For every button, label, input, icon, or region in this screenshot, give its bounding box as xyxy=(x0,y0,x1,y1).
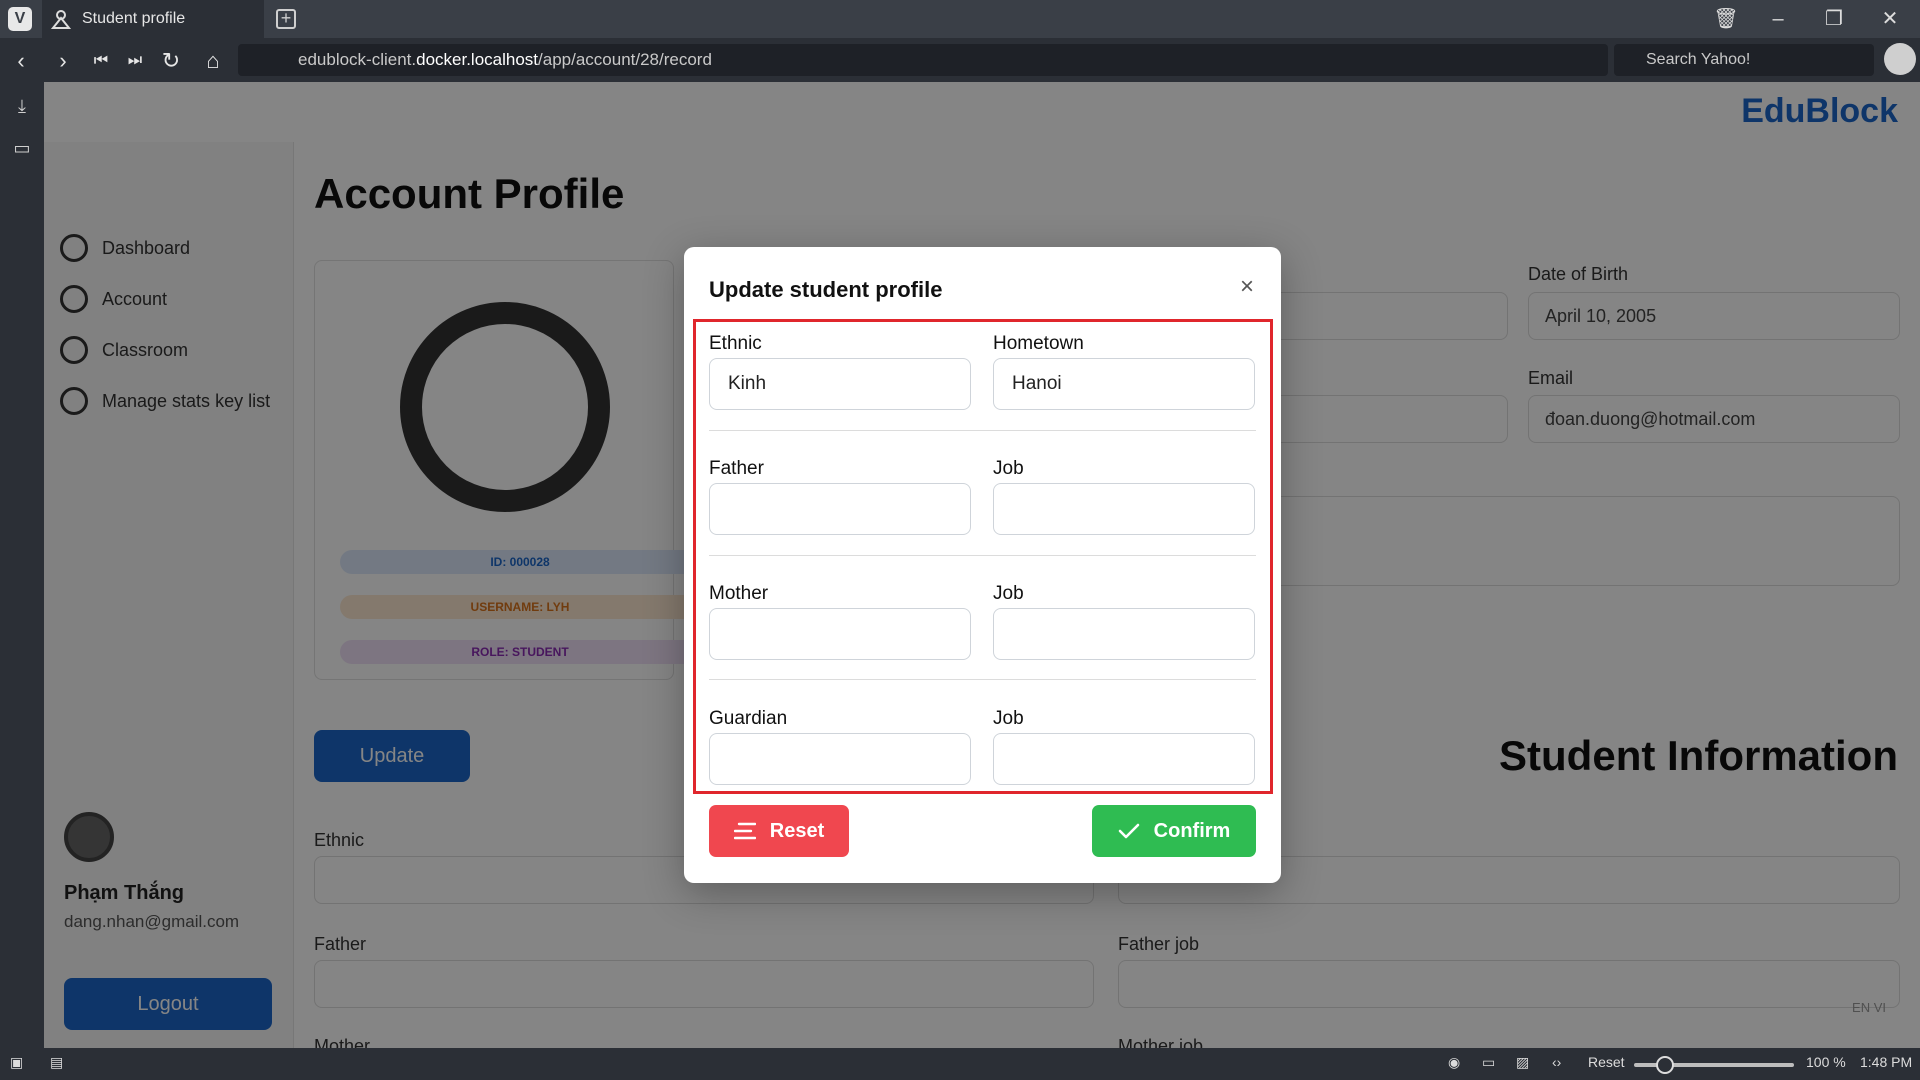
close-icon[interactable]: × xyxy=(1233,273,1261,301)
check-icon xyxy=(1118,823,1139,839)
vivaldi-logo-icon[interactable]: V xyxy=(8,7,32,31)
divider xyxy=(709,555,1256,556)
father-label: Father xyxy=(709,458,764,479)
ethnic-input[interactable]: Kinh xyxy=(709,358,971,410)
confirm-label: Confirm xyxy=(1153,819,1231,842)
guardian-job-label: Job xyxy=(993,708,1024,729)
mother-label: Mother xyxy=(709,583,769,604)
browser-tab[interactable]: Student profile xyxy=(42,0,264,38)
update-profile-modal: Update student profile × Ethnic Kinh Hom… xyxy=(684,247,1281,883)
modal-title: Update student profile xyxy=(709,277,943,302)
tab-favicon-icon xyxy=(50,10,72,29)
hometown-input[interactable]: Hanoi xyxy=(993,358,1255,410)
url-prefix: edublock-client. xyxy=(298,50,417,69)
guardian-label: Guardian xyxy=(709,708,788,729)
restore-button[interactable]: ❐ xyxy=(1812,0,1856,38)
code-icon[interactable]: ‹› xyxy=(1552,1054,1561,1070)
panel-toggle-icon[interactable]: ▣ xyxy=(10,1054,23,1071)
father-job-label: Job xyxy=(993,458,1024,479)
menu-lines-icon xyxy=(733,822,756,840)
profile-avatar-icon[interactable] xyxy=(1884,43,1916,75)
tile-icon[interactable]: ▤ xyxy=(50,1054,63,1071)
window-panel-icon[interactable]: ▭ xyxy=(10,138,34,162)
father-input[interactable] xyxy=(709,483,971,535)
zoom-reset-button[interactable]: Reset xyxy=(1588,1054,1625,1070)
close-window-button[interactable]: ✕ xyxy=(1868,0,1912,38)
zoom-level: 100 % xyxy=(1806,1054,1846,1070)
image-icon[interactable]: ▨ xyxy=(1516,1054,1529,1071)
reset-button[interactable]: Reset xyxy=(709,805,849,857)
new-tab-button[interactable]: + xyxy=(276,9,296,29)
guardian-job-input[interactable] xyxy=(993,733,1255,785)
window-icon[interactable]: ▭ xyxy=(1482,1054,1495,1071)
reload-button[interactable]: ↻ xyxy=(158,48,184,74)
minimize-button[interactable]: – xyxy=(1756,0,1800,38)
browser-tabbar: V Student profile + 🗑 – ❐ ✕ xyxy=(0,0,1920,38)
back-button[interactable]: ‹ xyxy=(8,48,34,74)
url-host: docker.localhost xyxy=(416,50,539,69)
divider xyxy=(709,430,1256,431)
search-field[interactable]: Search Yahoo! xyxy=(1614,44,1874,76)
forward-button[interactable]: › xyxy=(50,48,76,74)
browser-side-panel: ⤓ ▭ xyxy=(0,82,44,1048)
mother-job-label: Job xyxy=(993,583,1024,604)
mother-job-input[interactable] xyxy=(993,608,1255,660)
address-toolbar: ‹ › ⏮ ⏭ ↻ ⌂ edublock-client.docker.local… xyxy=(0,38,1920,82)
downloads-icon[interactable]: ⤓ xyxy=(10,96,34,120)
tab-title: Student profile xyxy=(82,10,186,27)
confirm-button[interactable]: Confirm xyxy=(1092,805,1256,857)
rewind-button[interactable]: ⏮ xyxy=(88,48,114,74)
home-button[interactable]: ⌂ xyxy=(200,48,226,74)
clock: 1:48 PM xyxy=(1860,1054,1913,1070)
mother-input[interactable] xyxy=(709,608,971,660)
browser-statusbar: ▣ ▤ ◉ ▭ ▨ ‹› Reset 100 % 1:48 PM xyxy=(0,1048,1920,1080)
reset-label: Reset xyxy=(769,819,825,842)
url-path: /app/account/28/record xyxy=(538,50,712,69)
search-placeholder: Search Yahoo! xyxy=(1646,51,1751,68)
url-field[interactable]: edublock-client.docker.localhost/app/acc… xyxy=(238,44,1608,76)
father-job-input[interactable] xyxy=(993,483,1255,535)
divider xyxy=(709,679,1256,680)
fast-forward-button[interactable]: ⏭ xyxy=(122,48,148,74)
zoom-slider-handle[interactable] xyxy=(1656,1056,1674,1074)
ethnic-label: Ethnic xyxy=(709,333,762,354)
guardian-input[interactable] xyxy=(709,733,971,785)
camera-icon[interactable]: ◉ xyxy=(1448,1054,1460,1071)
trash-icon[interactable]: 🗑 xyxy=(1704,0,1748,38)
hometown-label: Hometown xyxy=(993,333,1084,354)
